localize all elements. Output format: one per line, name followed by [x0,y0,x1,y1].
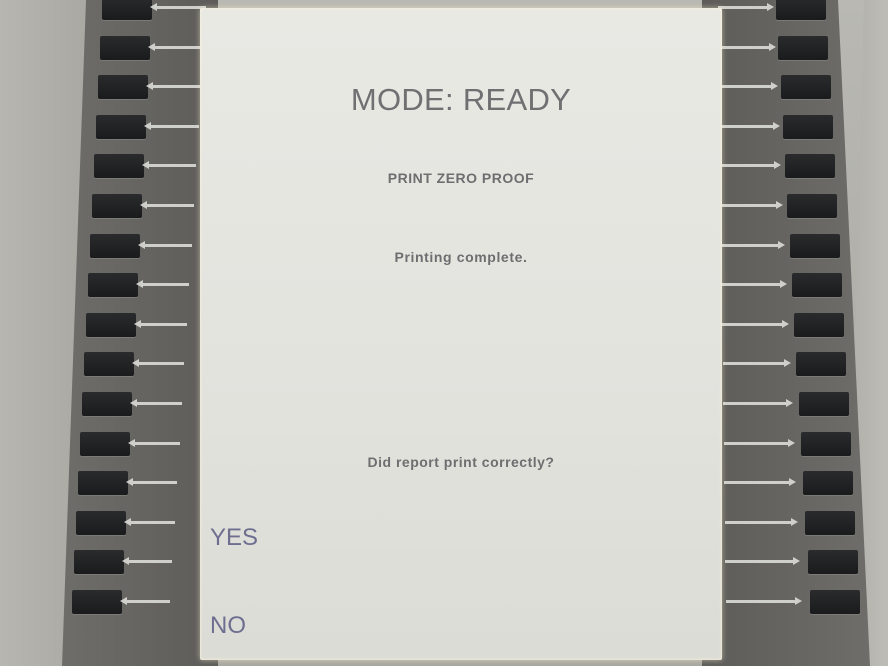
right-side-key-12[interactable] [800,431,851,456]
arrow-right-icon [718,3,774,11]
right-side-key-14[interactable] [805,510,856,535]
confirmation-question: Did report print correctly? [367,454,555,470]
left-side-key-2[interactable] [100,35,150,60]
right-side-key-15[interactable] [807,550,858,575]
left-side-key-7[interactable] [90,233,140,258]
arrow-left-icon [150,3,206,11]
arrow-left-icon [124,517,175,526]
arrow-right-icon [723,438,795,447]
right-side-key-7[interactable] [789,233,840,258]
right-side-key-3[interactable] [780,75,831,100]
right-side-key-4[interactable] [782,114,833,139]
mode-title: MODE: READY [350,82,572,117]
right-side-key-13[interactable] [803,471,854,496]
arrow-right-icon [724,478,797,487]
arrow-right-icon [719,121,780,130]
arrow-left-icon [134,319,187,328]
right-side-key-10[interactable] [796,352,847,377]
arrow-left-icon [128,438,180,447]
left-side-key-16[interactable] [72,590,122,614]
arrow-left-icon [131,359,185,368]
right-side-key-6[interactable] [787,194,838,218]
arrow-left-icon [138,240,192,249]
display-screen: MODE: READY PRINT ZERO PROOF Printing co… [200,8,722,660]
left-side-key-5[interactable] [94,154,144,179]
arrow-left-icon [120,597,170,605]
left-side-key-14[interactable] [76,510,126,535]
left-side-key-1[interactable] [102,0,152,20]
left-side-key-12[interactable] [80,431,130,456]
arrow-right-icon [718,42,777,51]
screen-subtitle: PRINT ZERO PROOF [387,170,535,186]
voting-machine-panel: MODE: READY PRINT ZERO PROOF Printing co… [0,0,888,666]
arrow-right-icon [723,399,794,407]
arrow-right-icon [725,557,800,566]
left-side-key-3[interactable] [98,75,148,100]
right-side-key-2[interactable] [778,35,829,60]
right-side-key-16[interactable] [810,590,860,614]
arrow-left-icon [135,280,190,289]
arrow-left-icon [130,399,182,407]
arrow-left-icon [141,161,197,170]
arrow-left-icon [121,557,173,566]
right-side-key-5[interactable] [785,154,836,179]
arrow-left-icon [145,82,202,91]
right-side-key-9[interactable] [794,312,845,337]
right-side-key-8[interactable] [791,273,842,298]
arrow-left-icon [125,478,178,487]
no-option[interactable]: NO [210,612,246,640]
left-side-key-11[interactable] [82,392,132,416]
arrow-right-icon [722,359,791,368]
arrow-right-icon [721,240,786,249]
status-message: Printing complete. [394,249,528,265]
right-side-key-11[interactable] [798,392,849,416]
left-side-key-9[interactable] [86,312,136,337]
arrow-left-icon [144,121,199,130]
left-side-key-6[interactable] [92,194,142,218]
left-side-key-8[interactable] [88,273,138,298]
arrow-right-icon [720,161,782,170]
left-side-key-4[interactable] [96,114,146,139]
right-side-key-1[interactable] [776,0,826,20]
arrow-right-icon [720,201,783,209]
left-side-key-10[interactable] [84,352,134,377]
arrow-right-icon [726,597,802,605]
arrow-right-icon [719,82,778,91]
arrow-left-icon [148,42,204,51]
arrow-left-icon [140,201,194,209]
arrow-right-icon [724,517,799,526]
left-side-key-15[interactable] [74,550,124,575]
arrow-right-icon [722,319,789,328]
arrow-right-icon [721,280,788,289]
yes-option[interactable]: YES [210,524,258,552]
left-side-key-13[interactable] [78,471,128,496]
